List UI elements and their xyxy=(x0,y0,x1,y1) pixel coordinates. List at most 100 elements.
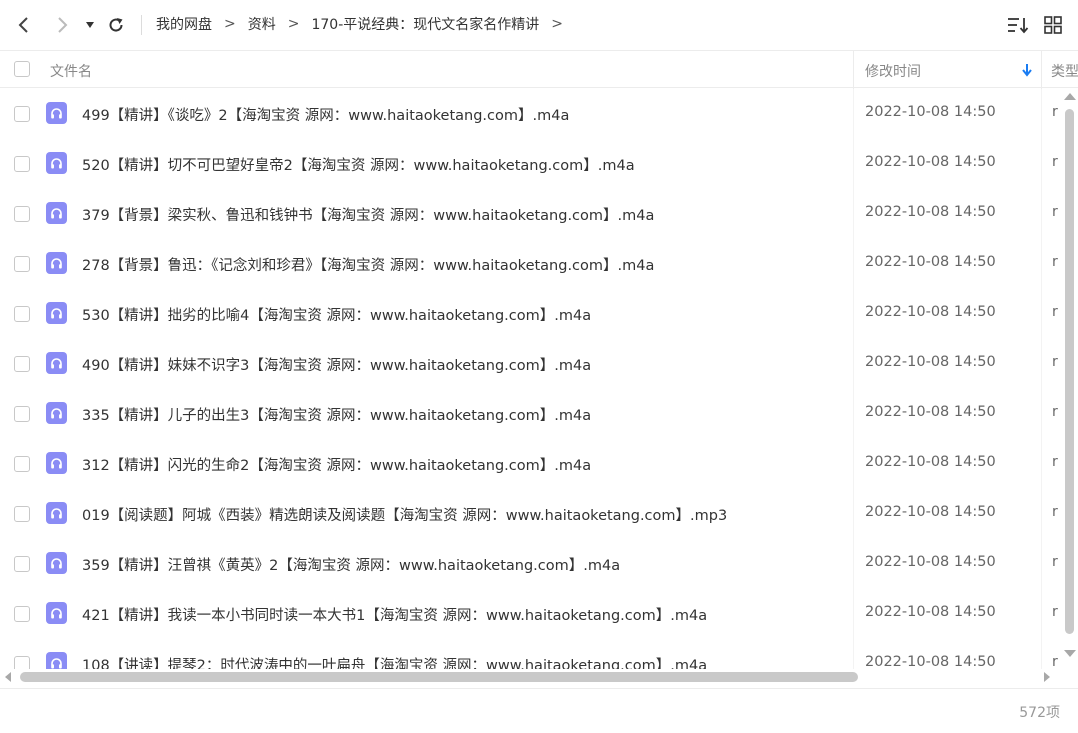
file-name: 421【精讲】我读一本小书同时读一本大书1【海淘宝资 源网：www.haitao… xyxy=(82,608,708,624)
file-modified-time: 2022-10-08 14:50 xyxy=(865,204,996,220)
vertical-scroll-thumb[interactable] xyxy=(1065,109,1074,634)
forward-button[interactable] xyxy=(50,13,74,37)
row-checkbox[interactable] xyxy=(14,506,30,522)
file-row[interactable]: 108【讲读】提琴2：时代波涛中的一叶扁舟【海淘宝资 源网：www.haitao… xyxy=(0,639,1062,669)
file-modified-time: 2022-10-08 14:50 xyxy=(865,404,996,420)
back-button[interactable] xyxy=(12,13,36,37)
row-checkbox[interactable] xyxy=(14,406,30,422)
scroll-up-arrow-icon[interactable] xyxy=(1064,93,1076,100)
breadcrumb-separator: > xyxy=(551,16,563,32)
breadcrumb-item-materials[interactable]: 资料 xyxy=(248,14,276,34)
row-checkbox[interactable] xyxy=(14,156,30,172)
file-row[interactable]: 520【精讲】切不可巴望好皇帝2【海淘宝资 源网：www.haitaoketan… xyxy=(0,139,1062,189)
file-name: 108【讲读】提琴2：时代波涛中的一叶扁舟【海淘宝资 源网：www.haitao… xyxy=(82,658,708,669)
file-name: 359【精讲】汪曾祺《黄英》2【海淘宝资 源网：www.haitaoketang… xyxy=(82,558,621,574)
file-row[interactable]: 379【背景】梁实秋、鲁迅和钱钟书【海淘宝资 源网：www.haitaoketa… xyxy=(0,189,1062,239)
file-modified-time: 2022-10-08 14:50 xyxy=(865,604,996,620)
audio-file-icon xyxy=(46,452,67,474)
row-checkbox[interactable] xyxy=(14,256,30,272)
select-all-checkbox[interactable] xyxy=(14,61,30,77)
sort-icon xyxy=(1008,18,1029,34)
file-type: r xyxy=(1052,354,1058,370)
row-divider xyxy=(1041,439,1042,489)
row-divider xyxy=(853,539,854,589)
view-toggle-button[interactable] xyxy=(1041,13,1065,37)
file-modified-time: 2022-10-08 14:50 xyxy=(865,554,996,570)
history-dropdown[interactable] xyxy=(80,13,100,37)
column-divider[interactable] xyxy=(853,51,854,89)
scroll-right-arrow-icon[interactable] xyxy=(1044,672,1050,682)
row-divider xyxy=(853,139,854,189)
file-row[interactable]: 490【精讲】妹妹不识字3【海淘宝资 源网：www.haitaoketang.c… xyxy=(0,339,1062,389)
item-count: 572项 xyxy=(1019,705,1060,721)
row-divider xyxy=(853,189,854,239)
row-divider xyxy=(853,389,854,439)
audio-file-icon xyxy=(46,652,67,669)
row-checkbox[interactable] xyxy=(14,106,30,122)
row-divider xyxy=(1041,139,1042,189)
file-type: r xyxy=(1052,254,1058,270)
file-type: r xyxy=(1052,654,1058,669)
file-row[interactable]: 499【精讲】《谈吃》2【海淘宝资 源网：www.haitaoketang.co… xyxy=(0,89,1062,139)
file-modified-time: 2022-10-08 14:50 xyxy=(865,304,996,320)
file-row[interactable]: 335【精讲】儿子的出生3【海淘宝资 源网：www.haitaoketang.c… xyxy=(0,389,1062,439)
row-divider xyxy=(1041,339,1042,389)
breadcrumb-separator: > xyxy=(287,16,300,32)
scroll-down-arrow-icon[interactable] xyxy=(1064,650,1076,657)
sort-desc-arrow-icon xyxy=(1022,64,1032,77)
file-modified-time: 2022-10-08 14:50 xyxy=(865,104,996,120)
row-checkbox[interactable] xyxy=(14,606,30,622)
row-divider xyxy=(853,239,854,289)
file-name: 499【精讲】《谈吃》2【海淘宝资 源网：www.haitaoketang.co… xyxy=(82,108,570,124)
row-divider xyxy=(853,639,854,669)
header-modified-time[interactable]: 修改时间 xyxy=(865,61,921,81)
horizontal-scrollbar[interactable] xyxy=(0,669,1062,685)
vertical-scrollbar[interactable] xyxy=(1062,89,1078,669)
audio-file-icon xyxy=(46,502,67,524)
row-divider xyxy=(1041,539,1042,589)
file-row[interactable]: 019【阅读题】阿城《西装》精选朗读及阅读题【海淘宝资 源网：www.haita… xyxy=(0,489,1062,539)
file-row[interactable]: 359【精讲】汪曾祺《黄英》2【海淘宝资 源网：www.haitaoketang… xyxy=(0,539,1062,589)
row-divider xyxy=(853,89,854,139)
row-checkbox[interactable] xyxy=(14,656,30,669)
file-row[interactable]: 312【精讲】闪光的生命2【海淘宝资 源网：www.haitaoketang.c… xyxy=(0,439,1062,489)
breadcrumb: 我的网盘 > 资料 > 170-平说经典：现代文名家名作精讲 > xyxy=(156,14,575,34)
file-row[interactable]: 530【精讲】拙劣的比喻4【海淘宝资 源网：www.haitaoketang.c… xyxy=(0,289,1062,339)
row-divider xyxy=(1041,639,1042,669)
file-row[interactable]: 421【精讲】我读一本小书同时读一本大书1【海淘宝资 源网：www.haitao… xyxy=(0,589,1062,639)
row-divider xyxy=(1041,289,1042,339)
row-divider xyxy=(853,289,854,339)
file-name: 520【精讲】切不可巴望好皇帝2【海淘宝资 源网：www.haitaoketan… xyxy=(82,158,635,174)
column-divider[interactable] xyxy=(1041,51,1042,89)
refresh-button[interactable] xyxy=(104,13,128,37)
scroll-left-arrow-icon[interactable] xyxy=(5,672,11,682)
header-type[interactable]: 类型 xyxy=(1051,61,1078,81)
row-divider xyxy=(1041,189,1042,239)
row-checkbox[interactable] xyxy=(14,206,30,222)
breadcrumb-item-root[interactable]: 我的网盘 xyxy=(156,14,212,34)
file-type: r xyxy=(1052,604,1058,620)
list-header: 文件名 修改时间 类型 xyxy=(0,50,1078,89)
horizontal-scroll-thumb[interactable] xyxy=(20,672,858,682)
grid-view-icon xyxy=(1044,16,1062,34)
row-divider xyxy=(1041,589,1042,639)
file-type: r xyxy=(1052,154,1058,170)
status-bar: 572项 xyxy=(0,688,1078,733)
audio-file-icon xyxy=(46,402,67,424)
file-type: r xyxy=(1052,104,1058,120)
file-type: r xyxy=(1052,504,1058,520)
file-list: 499【精讲】《谈吃》2【海淘宝资 源网：www.haitaoketang.co… xyxy=(0,89,1062,669)
header-name[interactable]: 文件名 xyxy=(50,61,92,81)
row-checkbox[interactable] xyxy=(14,306,30,322)
breadcrumb-item-current[interactable]: 170-平说经典：现代文名家名作精讲 xyxy=(311,14,539,34)
audio-file-icon xyxy=(46,552,67,574)
row-checkbox[interactable] xyxy=(14,556,30,572)
file-modified-time: 2022-10-08 14:50 xyxy=(865,454,996,470)
file-modified-time: 2022-10-08 14:50 xyxy=(865,504,996,520)
row-checkbox[interactable] xyxy=(14,356,30,372)
sort-button[interactable] xyxy=(1006,13,1030,37)
file-type: r xyxy=(1052,454,1058,470)
audio-file-icon xyxy=(46,302,67,324)
file-row[interactable]: 278【背景】鲁迅：《记念刘和珍君》【海淘宝资 源网：www.haitaoket… xyxy=(0,239,1062,289)
row-checkbox[interactable] xyxy=(14,456,30,472)
